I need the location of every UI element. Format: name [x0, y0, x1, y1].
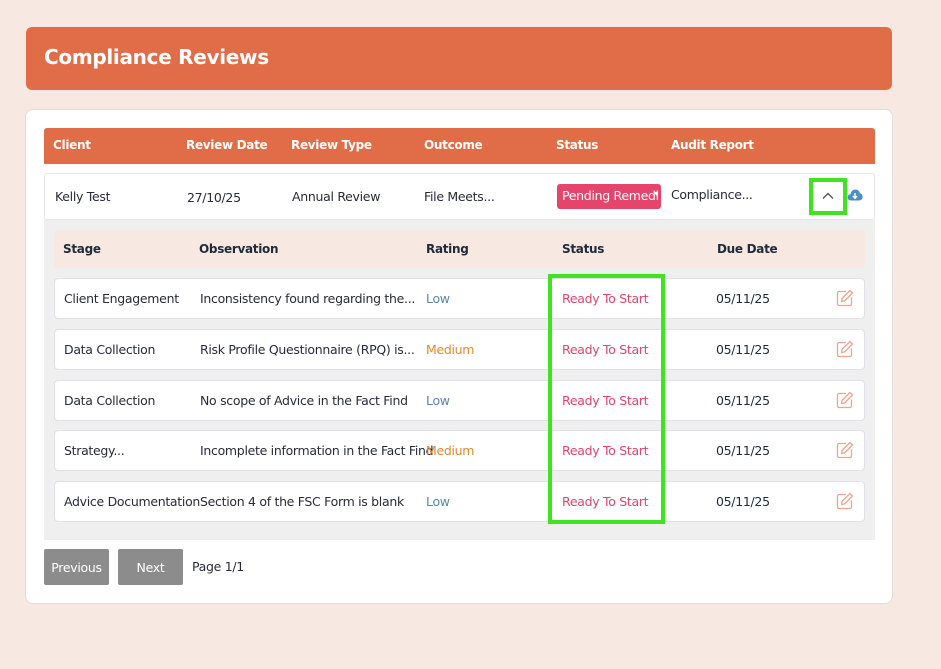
page-header: Compliance Reviews: [26, 27, 892, 90]
table-row[interactable]: Data Collection Risk Profile Questionnai…: [54, 329, 865, 370]
edit-icon[interactable]: [836, 340, 854, 358]
edit-icon[interactable]: [836, 492, 854, 510]
column-rating: Rating: [426, 242, 469, 256]
column-review-type: Review Type: [291, 138, 372, 152]
cell-stage: Strategy...: [64, 443, 125, 458]
column-audit-report: Audit Report: [671, 138, 754, 152]
status-dropdown[interactable]: Pending Remedi ▾: [557, 184, 661, 209]
cell-stage: Client Engagement: [64, 291, 179, 306]
column-detail-status: Status: [562, 242, 605, 256]
column-stage: Stage: [63, 242, 101, 256]
column-client: Client: [53, 138, 91, 152]
table-row[interactable]: Advice Documentation Section 4 of the FS…: [54, 481, 865, 522]
status-badge-label: Pending Remedi: [562, 188, 659, 203]
cell-due-date: 05/11/25: [716, 342, 770, 357]
details-header: Stage Observation Rating Status Due Date: [54, 230, 865, 268]
reviews-card: Client Review Date Review Type Outcome S…: [25, 109, 893, 604]
cell-due-date: 05/11/25: [716, 393, 770, 408]
cell-due-date: 05/11/25: [716, 291, 770, 306]
cell-rating: Low: [426, 494, 450, 509]
cell-rating: Low: [426, 291, 450, 306]
expanded-details-panel: Stage Observation Rating Status Due Date…: [44, 220, 875, 540]
cell-outcome: File Meets...: [424, 189, 495, 204]
cell-stage: Data Collection: [64, 342, 156, 357]
cell-review-type: Annual Review: [292, 189, 381, 204]
cell-status: Ready To Start: [562, 393, 649, 408]
edit-icon[interactable]: [836, 289, 854, 307]
cell-audit-report[interactable]: Compliance...: [671, 187, 753, 202]
column-outcome: Outcome: [424, 138, 483, 152]
cell-status: Ready To Start: [562, 342, 649, 357]
table-header: Client Review Date Review Type Outcome S…: [44, 128, 875, 164]
cell-due-date: 05/11/25: [716, 443, 770, 458]
previous-button[interactable]: Previous: [44, 549, 109, 585]
cell-rating: Low: [426, 393, 450, 408]
cell-rating: Medium: [426, 443, 475, 458]
table-row[interactable]: Strategy... Incomplete information in th…: [54, 430, 865, 471]
cell-rating: Medium: [426, 342, 475, 357]
cell-observation: Section 4 of the FSC Form is blank: [200, 494, 404, 509]
cell-status: Ready To Start: [562, 494, 649, 509]
cell-review-date: 27/10/25: [187, 190, 241, 205]
column-review-date: Review Date: [186, 138, 268, 152]
cell-stage: Data Collection: [64, 393, 156, 408]
column-observation: Observation: [199, 242, 279, 256]
cell-observation: Incomplete information in the Fact Find: [200, 443, 434, 458]
page-title: Compliance Reviews: [44, 45, 269, 69]
chevron-up-icon: [822, 192, 834, 199]
cell-observation: Risk Profile Questionnaire (RPQ) is...: [200, 342, 415, 357]
cell-client: Kelly Test: [55, 189, 111, 204]
cell-status: Ready To Start: [562, 443, 649, 458]
table-row[interactable]: Data Collection No scope of Advice in th…: [54, 380, 865, 421]
column-status: Status: [556, 138, 599, 152]
table-row[interactable]: Kelly Test 27/10/25 Annual Review File M…: [44, 173, 875, 220]
table-row[interactable]: Client Engagement Inconsistency found re…: [54, 278, 865, 319]
cell-observation: Inconsistency found regarding the...: [200, 291, 416, 306]
column-due-date: Due Date: [717, 242, 778, 256]
cell-stage: Advice Documentation: [64, 494, 201, 509]
cell-observation: No scope of Advice in the Fact Find: [200, 393, 408, 408]
edit-icon[interactable]: [836, 441, 854, 459]
page-indicator: Page 1/1: [192, 559, 244, 574]
collapse-row-button[interactable]: [809, 178, 847, 215]
caret-down-icon: ▾: [654, 189, 658, 198]
cell-due-date: 05/11/25: [716, 494, 770, 509]
cell-status: Ready To Start: [562, 291, 649, 306]
next-button[interactable]: Next: [118, 549, 183, 585]
cloud-download-icon[interactable]: [847, 188, 863, 202]
edit-icon[interactable]: [836, 391, 854, 409]
